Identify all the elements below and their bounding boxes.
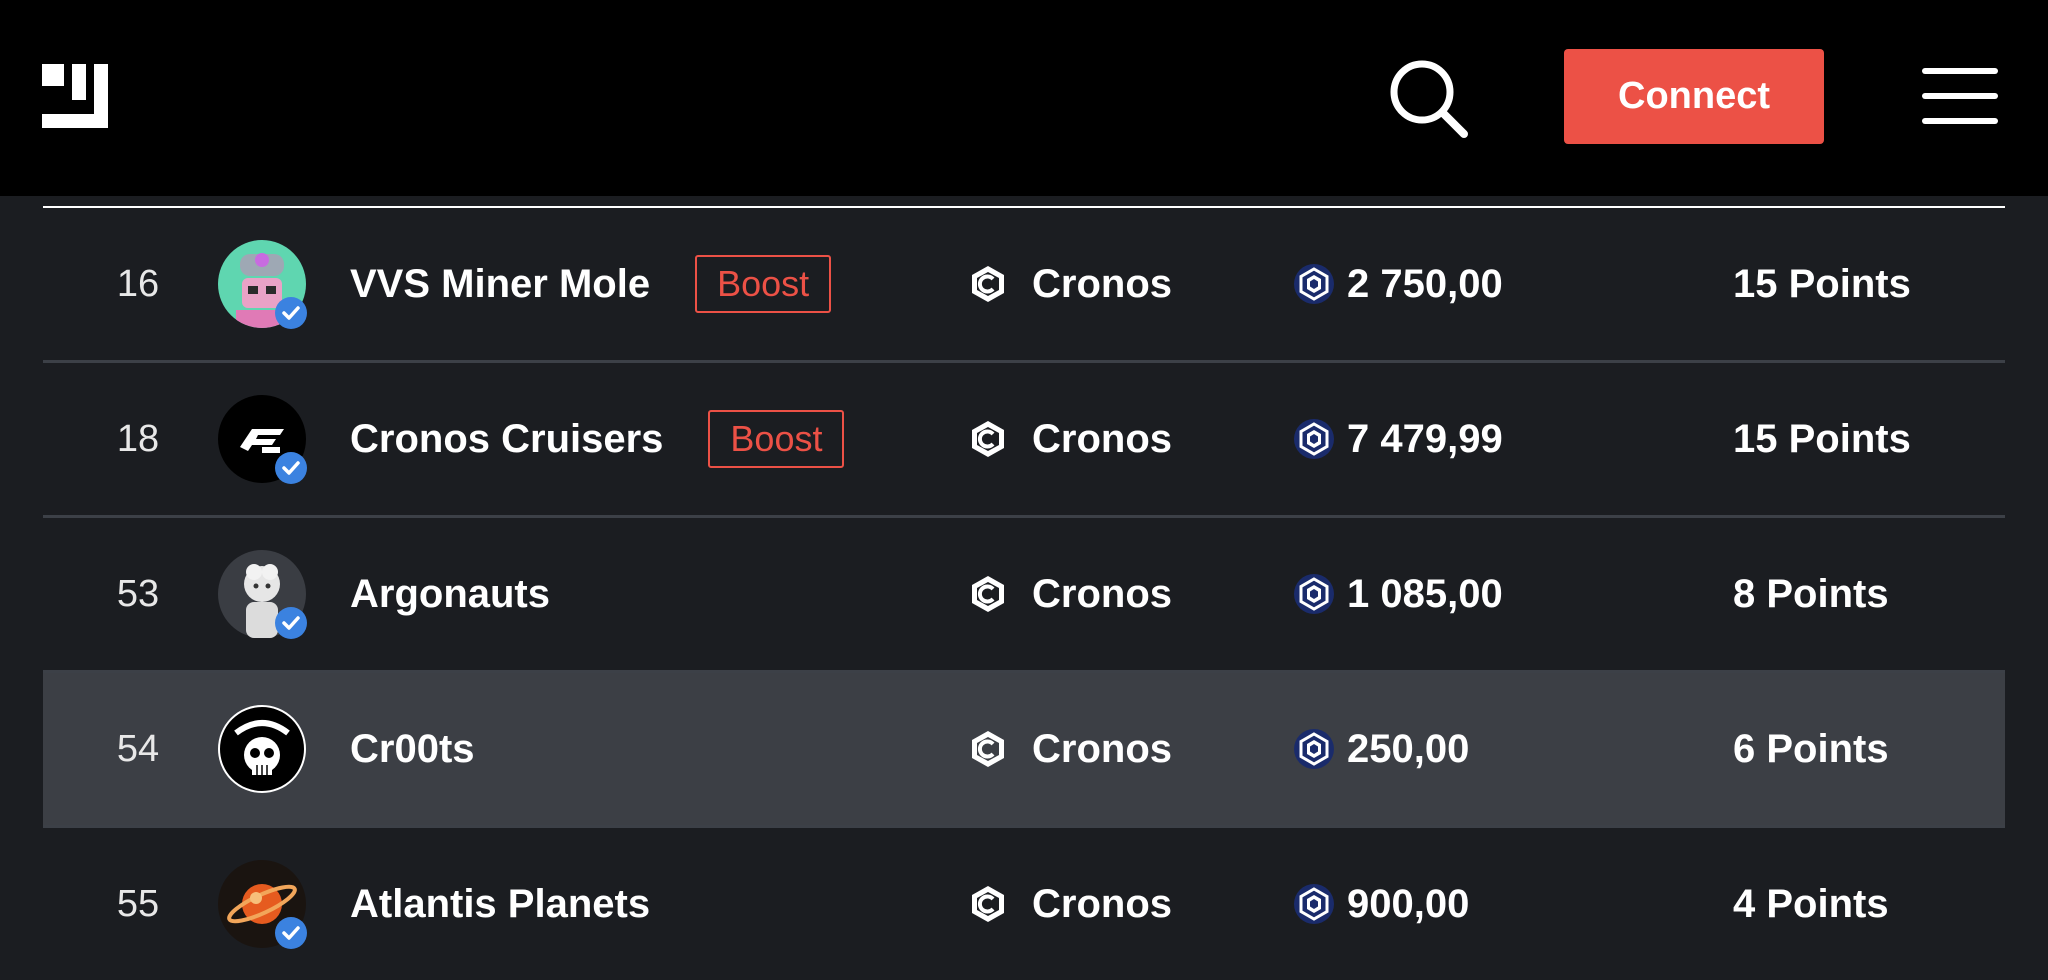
points-value: 15 Points bbox=[1733, 261, 1911, 306]
rank-number: 53 bbox=[116, 572, 160, 615]
verified-badge-icon bbox=[275, 607, 307, 639]
chain-name: Cronos bbox=[1032, 726, 1172, 771]
chain-cell: Cronos bbox=[968, 828, 1172, 980]
collection-avatar bbox=[218, 705, 306, 793]
collection-avatar bbox=[218, 395, 307, 484]
price-cell: 250,00 bbox=[1293, 673, 1469, 825]
cronos-chain-icon bbox=[972, 266, 1004, 302]
collection-avatar bbox=[218, 860, 307, 949]
cro-token-icon bbox=[1294, 729, 1334, 769]
collection-name: Atlantis Planets bbox=[350, 881, 651, 926]
chain-cell: Cronos bbox=[968, 208, 1172, 360]
collection-name: VVS Miner Mole Boost bbox=[350, 208, 832, 360]
points-value: 8 Points bbox=[1733, 571, 1889, 616]
cronos-chain-icon bbox=[972, 731, 1004, 767]
collection-avatar bbox=[218, 550, 307, 639]
cronos-chain-icon bbox=[972, 886, 1004, 922]
table-row[interactable]: 16 VVS Miner Mole Boost Cronos 2 750,00 … bbox=[43, 208, 2005, 363]
verified-badge-icon bbox=[275, 297, 307, 329]
search-icon[interactable] bbox=[1388, 58, 1470, 140]
collection-name: Cronos Cruisers Boost bbox=[350, 363, 845, 515]
points-value: 4 Points bbox=[1733, 881, 1889, 926]
table-row[interactable]: 53 Argonauts Cronos 1 085,00 8 Points bbox=[43, 518, 2005, 673]
table-row[interactable]: 55 Atlantis Planets Cronos 900,00 4 Poin… bbox=[43, 828, 2005, 980]
boost-button[interactable]: Boost bbox=[695, 255, 832, 313]
points-value: 15 Points bbox=[1733, 416, 1911, 461]
rank-number: 16 bbox=[116, 262, 160, 305]
price-cell: 7 479,99 bbox=[1293, 363, 1503, 515]
table-row[interactable]: 54 Cr00ts Cronos 250,00 6 Points bbox=[43, 673, 2005, 828]
floor-price: 2 750,00 bbox=[1347, 261, 1503, 306]
floor-price: 250,00 bbox=[1347, 726, 1470, 771]
chain-name: Cronos bbox=[1032, 881, 1172, 926]
cronos-chain-icon bbox=[972, 421, 1004, 457]
collection-avatar bbox=[218, 240, 307, 329]
floor-price: 7 479,99 bbox=[1347, 416, 1503, 461]
collections-ranking-table: 16 VVS Miner Mole Boost Cronos 2 750,00 … bbox=[43, 206, 2005, 978]
price-cell: 900,00 bbox=[1293, 828, 1469, 980]
chain-name: Cronos bbox=[1032, 416, 1172, 461]
price-cell: 2 750,00 bbox=[1293, 208, 1503, 360]
cro-token-icon bbox=[1294, 419, 1334, 459]
chain-name: Cronos bbox=[1032, 571, 1172, 616]
verified-badge-icon bbox=[275, 917, 307, 949]
table-row[interactable]: 18 Cronos Cruisers Boost Cronos 7 479,99… bbox=[43, 363, 2005, 518]
chain-name: Cronos bbox=[1032, 261, 1172, 306]
cro-token-icon bbox=[1294, 574, 1334, 614]
price-cell: 1 085,00 bbox=[1293, 518, 1503, 670]
rank-number: 54 bbox=[116, 727, 160, 770]
collection-name: Cr00ts bbox=[350, 726, 475, 771]
boost-button[interactable]: Boost bbox=[708, 410, 845, 468]
connect-button[interactable]: Connect bbox=[1564, 49, 1824, 144]
cro-token-icon bbox=[1294, 264, 1334, 304]
top-navigation-bar: Connect bbox=[0, 0, 2048, 196]
cronos-chain-icon bbox=[972, 576, 1004, 612]
floor-price: 1 085,00 bbox=[1347, 571, 1503, 616]
floor-price: 900,00 bbox=[1347, 881, 1470, 926]
rank-number: 55 bbox=[116, 882, 160, 925]
cro-token-icon bbox=[1294, 884, 1334, 924]
verified-badge-icon bbox=[275, 452, 307, 484]
chain-cell: Cronos bbox=[968, 673, 1172, 825]
chain-cell: Cronos bbox=[968, 518, 1172, 670]
collection-name: Argonauts bbox=[350, 571, 550, 616]
rank-number: 18 bbox=[116, 417, 160, 460]
hamburger-menu-icon[interactable] bbox=[1922, 68, 1998, 124]
chain-cell: Cronos bbox=[968, 363, 1172, 515]
points-value: 6 Points bbox=[1733, 726, 1889, 771]
brand-logo-icon[interactable] bbox=[42, 64, 108, 128]
